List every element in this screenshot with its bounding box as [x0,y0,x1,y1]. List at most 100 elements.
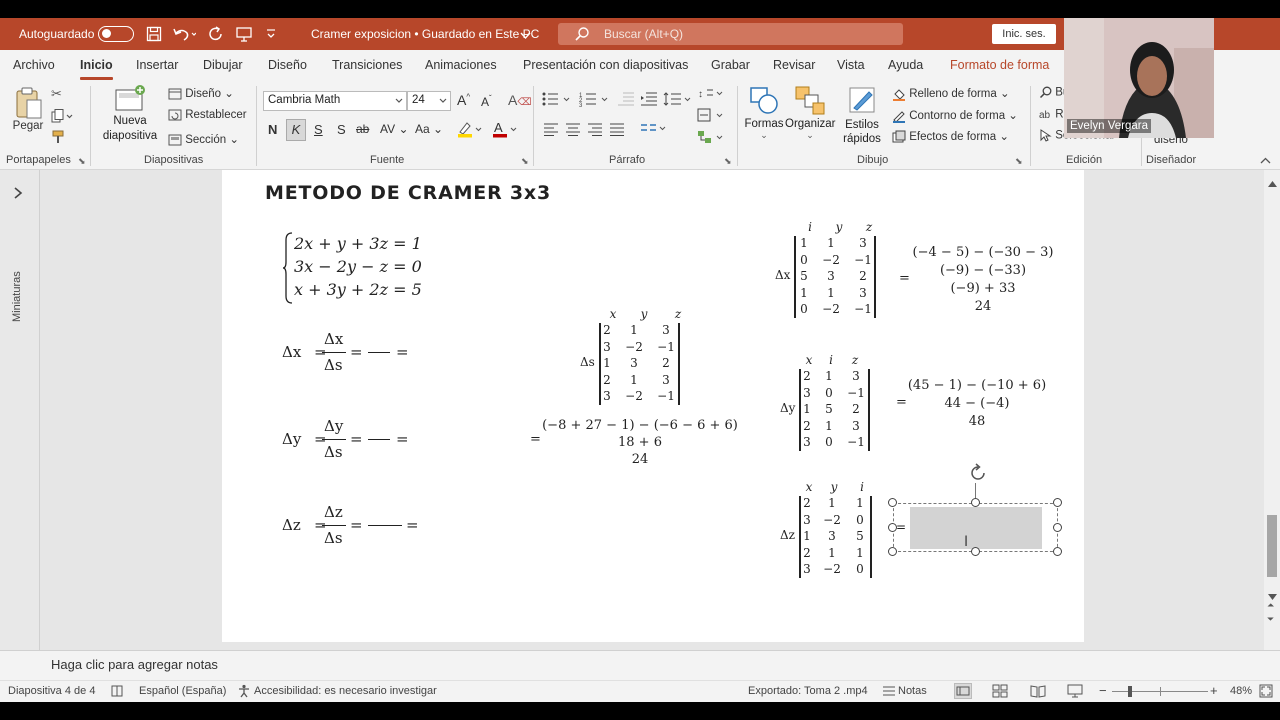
tab-presentacion[interactable]: Presentación con diapositivas [523,58,688,72]
resize-handle[interactable] [1053,547,1062,556]
resize-handle[interactable] [888,498,897,507]
dialog-launcher-icon[interactable]: ⬊ [1015,156,1023,167]
resize-handle[interactable] [971,498,980,507]
tab-inicio[interactable]: Inicio [80,58,113,80]
char-spacing-button[interactable]: AV ⌄ [380,122,409,136]
next-slide-icon[interactable]: ⏷ [1267,614,1274,625]
vertical-scrollbar[interactable]: ⏶ ⏷ [1264,170,1280,650]
text-direction-icon[interactable]: ↕ [697,86,725,103]
tab-transiciones[interactable]: Transiciones [332,58,402,72]
slide-sorter-icon[interactable] [992,684,1008,701]
delta-s-calculation[interactable]: (−8 + 27 − 1) − (−6 − 6 + 6) 18 + 6 24 [540,417,740,469]
tab-grabar[interactable]: Grabar [711,58,750,72]
previous-slide-icon[interactable]: ⏶ [1267,600,1274,611]
align-left-icon[interactable] [543,122,559,139]
zoom-thumb[interactable] [1128,686,1132,697]
tab-diseno[interactable]: Diseño [268,58,307,72]
shrink-font-icon[interactable]: Aˇ [481,94,492,109]
document-title[interactable]: Cramer exposicion • Guardado en Este PC [311,27,539,41]
numbering-icon[interactable]: 123 [579,91,611,110]
spelling-icon[interactable] [110,684,124,701]
reading-view-icon[interactable] [1030,684,1046,701]
rotate-handle-icon[interactable] [967,462,989,489]
dialog-launcher-icon[interactable]: ⬊ [724,156,732,167]
justify-icon[interactable] [609,122,625,139]
fit-to-window-icon[interactable] [1259,684,1273,701]
accessibility-icon[interactable] [237,684,251,701]
delta-y-calculation[interactable]: (45 − 1) − (−10 + 6) 44 − (−4) 48 [906,377,1048,431]
dialog-launcher-icon[interactable]: ⬊ [521,156,529,167]
tab-dibujar[interactable]: Dibujar [203,58,243,72]
delta-y-determinant[interactable]: Δy xiz 213 3 0 −1 152 213 3 0 −1 [779,351,879,451]
section-button[interactable]: Sección ⌄ [168,132,239,146]
columns-icon[interactable] [640,122,668,139]
change-case-button[interactable]: Aa ⌄ [415,122,443,136]
notes-icon[interactable] [882,684,896,701]
grow-font-icon[interactable]: A^ [457,92,470,108]
notes-placeholder[interactable]: Haga clic para agregar notas [51,657,218,672]
italic-button[interactable]: K [286,119,306,141]
redo-icon[interactable] [208,26,224,45]
format-painter-icon[interactable] [51,130,65,147]
increase-indent-icon[interactable] [640,91,658,110]
shapes-button[interactable]: Formas ⌄ [743,84,785,150]
zoom-out-icon[interactable]: − [1099,683,1107,698]
accessibility-status[interactable]: Accesibilidad: es necesario investigar [254,685,437,697]
selected-text-box[interactable]: = I [893,503,1058,552]
clear-format-icon[interactable]: A⌫ [508,92,531,108]
reset-button[interactable]: Restablecer [168,109,247,121]
tab-ayuda[interactable]: Ayuda [888,58,923,72]
align-center-icon[interactable] [565,122,581,139]
slide-title[interactable]: METODO DE CRAMER 3x3 [265,182,551,204]
new-slide-button[interactable]: Nueva diapositiva [96,84,164,150]
underline-button[interactable]: S [314,122,323,137]
shadow-button[interactable]: S [337,122,346,137]
resize-handle[interactable] [888,547,897,556]
font-color-icon[interactable]: A [492,120,518,141]
equation-system[interactable]: 2x + y + 3z = 1 3x − 2y − z = 0 x + 3y +… [282,230,442,306]
paste-button[interactable]: Pegar [8,84,48,148]
bold-button[interactable]: N [268,122,277,137]
resize-handle[interactable] [888,523,897,532]
normal-view-icon[interactable] [954,683,972,699]
delta-x-formula[interactable]: Δx = Δx Δs = = [282,328,412,378]
shape-effects-button[interactable]: Efectos de forma ⌄ [892,129,1009,144]
zoom-slider[interactable] [1112,686,1208,697]
delta-z-determinant[interactable]: Δz xyi 211 3 −2 0 135 211 3 −2 0 [779,478,879,578]
bullets-icon[interactable] [541,91,573,110]
notes-pane[interactable]: Haga clic para agregar notas [0,650,1280,680]
tab-formato-de-forma[interactable]: Formato de forma [950,58,1049,72]
tab-archivo[interactable]: Archivo [13,58,55,72]
layout-button[interactable]: Diseño ⌄ [168,86,234,100]
save-icon[interactable] [146,26,162,45]
align-text-icon[interactable] [697,108,725,125]
tab-animaciones[interactable]: Animaciones [425,58,497,72]
decrease-indent-icon[interactable] [617,91,635,110]
strikethrough-button[interactable]: ab [356,122,369,136]
delta-x-calculation[interactable]: (−4 − 5) − (−30 − 3) (−9) − (−33) (−9) +… [908,244,1058,316]
shape-outline-button[interactable]: Contorno de forma ⌄ [892,108,1018,123]
tab-revisar[interactable]: Revisar [773,58,815,72]
resize-handle[interactable] [971,547,980,556]
resize-handle[interactable] [1053,498,1062,507]
zoom-in-icon[interactable]: + [1210,683,1218,698]
scroll-thumb[interactable] [1267,515,1277,577]
zoom-level[interactable]: 48% [1230,685,1252,697]
smartart-icon[interactable] [697,130,725,147]
align-right-icon[interactable] [587,122,603,139]
slideshow-view-icon[interactable] [1067,684,1083,701]
language-status[interactable]: Español (España) [139,685,226,697]
font-size-select[interactable]: 24 [407,91,451,111]
chevron-down-icon[interactable] [520,29,531,43]
delta-s-determinant[interactable]: Δs xyz 213 3 −2 −1 132 213 3 −2 −1 [577,305,687,405]
collapse-ribbon-icon[interactable] [1260,156,1271,168]
sign-in-button[interactable]: Inic. ses. [992,24,1056,44]
autosave-toggle[interactable] [98,26,134,42]
dialog-launcher-icon[interactable]: ⬊ [78,156,86,167]
customize-qat-icon[interactable] [266,26,276,43]
quick-styles-button[interactable]: Estilos rápidos [836,84,888,150]
tab-vista[interactable]: Vista [837,58,865,72]
delta-z-formula[interactable]: Δz = Δz Δs = = [282,501,432,551]
present-icon[interactable] [236,26,252,45]
delta-x-determinant[interactable]: Δx iyz 113 0 −2 −1 532 113 0 −2 −1 [774,218,884,318]
